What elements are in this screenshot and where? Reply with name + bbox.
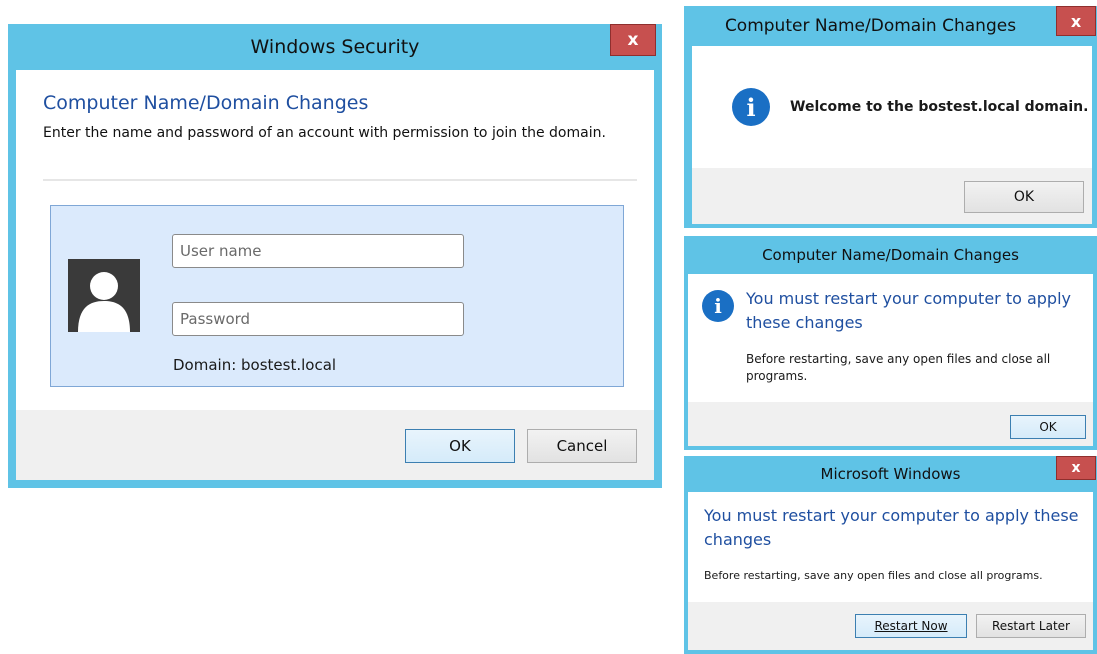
username-field[interactable] [172,234,464,268]
restart-now-button[interactable]: Restart Now [855,614,967,638]
close-icon: x [627,30,639,50]
dialog-heading: Computer Name/Domain Changes [43,92,369,114]
dialog-footer: OK [688,402,1093,446]
dialog-title: Computer Name/Domain Changes [724,16,1017,36]
restart-body: Before restarting, save any open files a… [704,569,1043,582]
credential-panel: Domain: bostest.local [50,205,624,387]
dialog-content: You must restart your computer to apply … [688,492,1093,602]
dialog-description: Enter the name and password of an accoun… [43,125,606,141]
title-bar[interactable]: Computer Name/Domain Changes [684,236,1097,274]
restart-prompt-dialog: Microsoft Windows x You must restart you… [684,456,1097,654]
windows-security-dialog: Windows Security x Computer Name/Domain … [8,24,662,488]
title-bar[interactable]: Windows Security [8,24,662,70]
restart-later-button[interactable]: Restart Later [976,614,1086,638]
ok-button[interactable]: OK [964,181,1084,213]
info-icon: i [702,290,734,322]
close-button[interactable]: x [610,24,656,56]
close-icon: x [1071,460,1081,476]
dialog-footer: OK [692,168,1092,224]
dialog-content: i Welcome to the bostest.local domain. [692,46,1092,168]
title-bar[interactable]: Microsoft Windows [684,456,1097,492]
dialog-title: Microsoft Windows [820,465,961,483]
domain-label: Domain: bostest.local [173,356,337,374]
dialog-footer: OK Cancel [16,410,654,480]
divider [43,179,637,181]
user-avatar-icon [68,259,140,332]
restart-info-dialog: Computer Name/Domain Changes i You must … [684,236,1097,450]
dialog-title: Windows Security [250,36,420,58]
password-field[interactable] [172,302,464,336]
title-bar[interactable]: Computer Name/Domain Changes [684,6,1097,46]
cancel-button[interactable]: Cancel [527,429,637,463]
dialog-content: i You must restart your computer to appl… [688,274,1093,402]
close-icon: x [1070,11,1082,31]
welcome-message: Welcome to the bostest.local domain. [790,99,1089,115]
dialog-content: Computer Name/Domain Changes Enter the n… [16,70,654,410]
dialog-footer: Restart Now Restart Later [688,602,1093,650]
ok-button[interactable]: OK [405,429,515,463]
close-button[interactable]: x [1056,6,1096,36]
close-button[interactable]: x [1056,456,1096,480]
restart-heading: You must restart your computer to apply … [704,506,1079,549]
info-icon: i [732,88,770,126]
restart-heading: You must restart your computer to apply … [746,289,1071,332]
restart-body: Before restarting, save any open files a… [746,352,1051,383]
ok-button[interactable]: OK [1010,415,1086,439]
dialog-title: Computer Name/Domain Changes [762,246,1019,264]
welcome-dialog: Computer Name/Domain Changes x i Welcome… [684,6,1097,228]
